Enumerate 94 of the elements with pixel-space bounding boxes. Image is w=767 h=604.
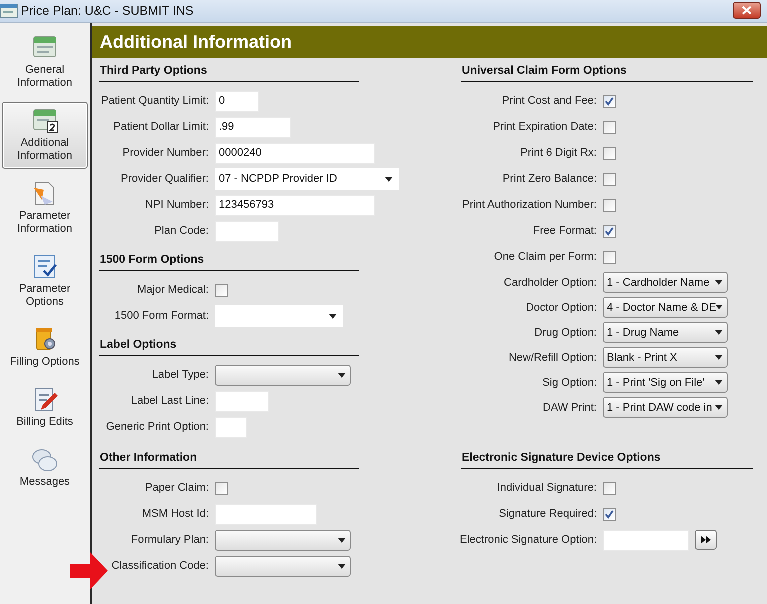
dropdown[interactable] bbox=[215, 530, 351, 550]
text-field[interactable] bbox=[215, 220, 279, 242]
checkbox[interactable] bbox=[603, 224, 616, 238]
dropdown[interactable]: 1 - Cardholder Name bbox=[603, 272, 728, 293]
field-label: MSM Host Id: bbox=[142, 508, 209, 520]
text-field[interactable] bbox=[215, 416, 247, 438]
checkbox[interactable] bbox=[603, 120, 616, 134]
field-label: Provider Qualifier: bbox=[120, 173, 209, 185]
field-label: One Claim per Form: bbox=[494, 251, 597, 263]
checkbox[interactable] bbox=[603, 198, 616, 212]
caret-icon bbox=[715, 405, 723, 410]
text-field[interactable] bbox=[215, 504, 317, 524]
text-field[interactable]: 0 bbox=[215, 90, 259, 112]
field-label: 1500 Form Format: bbox=[114, 310, 209, 322]
section-heading: Label Options bbox=[99, 337, 359, 356]
field-label: Print Expiration Date: bbox=[493, 121, 597, 133]
field-label: Patient Quantity Limit: bbox=[101, 95, 209, 107]
section-heading: Other Information bbox=[99, 450, 359, 469]
field-label: Label Last Line: bbox=[131, 395, 209, 407]
field-label: Patient Dollar Limit: bbox=[114, 121, 209, 133]
window-title: Price Plan: U&C - SUBMIT INS bbox=[21, 4, 194, 18]
sidebar-item[interactable]: Parameter Options bbox=[2, 248, 88, 315]
caret-icon bbox=[715, 355, 723, 360]
field-label: Classification Code: bbox=[112, 560, 209, 572]
close-button[interactable] bbox=[733, 2, 761, 19]
text-field[interactable]: 123456793 bbox=[215, 194, 375, 216]
field-label: New/Refill Option: bbox=[508, 352, 597, 364]
text-field[interactable]: 0000240 bbox=[215, 142, 375, 164]
form-icon bbox=[31, 107, 59, 135]
field-label: Print 6 Digit Rx: bbox=[520, 147, 597, 159]
field-label: Doctor Option: bbox=[526, 302, 597, 314]
field-label: Paper Claim: bbox=[145, 482, 209, 494]
field-label: Formulary Plan: bbox=[131, 534, 209, 546]
field-label: NPI Number: bbox=[145, 199, 209, 211]
field-label: Cardholder Option: bbox=[504, 276, 597, 288]
checkbox[interactable] bbox=[603, 508, 616, 520]
field-label: Print Cost and Fee: bbox=[502, 95, 597, 107]
checkbox[interactable] bbox=[215, 284, 228, 296]
dropdown[interactable]: 1 - Print DAW code in bbox=[603, 397, 728, 418]
field-label: Generic Print Option: bbox=[106, 421, 209, 433]
field-label: Provider Number: bbox=[122, 147, 209, 159]
field-label: Print Zero Balance: bbox=[502, 173, 597, 185]
caret-icon bbox=[716, 305, 723, 310]
dropdown[interactable]: 07 - NCPDP Provider ID bbox=[215, 168, 399, 190]
sidebar-item[interactable]: Messages bbox=[2, 441, 88, 495]
caret-icon bbox=[338, 538, 346, 542]
field-label: Individual Signature: bbox=[497, 482, 597, 494]
field-label: Signature Required: bbox=[499, 508, 597, 520]
sidebar-item[interactable]: Filling Options bbox=[2, 321, 88, 375]
field-label: Plan Code: bbox=[154, 225, 209, 237]
dropdown[interactable]: 1 - Print 'Sig on File' bbox=[603, 372, 728, 393]
caret-icon bbox=[338, 564, 346, 568]
checkbox[interactable] bbox=[603, 146, 616, 160]
field-label: Sig Option: bbox=[542, 376, 597, 388]
app-icon bbox=[0, 4, 18, 18]
checkbox[interactable] bbox=[603, 172, 616, 186]
dropdown[interactable]: 4 - Doctor Name & DE bbox=[603, 297, 728, 318]
sidebar-item[interactable]: Parameter Information bbox=[2, 175, 88, 242]
field-label: Free Format: bbox=[533, 225, 597, 237]
caret-icon bbox=[715, 380, 723, 385]
field-label: Print Authorization Number: bbox=[462, 199, 597, 211]
checkbox[interactable] bbox=[603, 94, 616, 108]
field-label: DAW Print: bbox=[543, 402, 597, 414]
field-label: Major Medical: bbox=[137, 284, 209, 296]
field-label: Electronic Signature Option: bbox=[460, 534, 597, 546]
forward-button[interactable] bbox=[695, 530, 717, 550]
text-field[interactable] bbox=[215, 390, 269, 412]
checkbox[interactable] bbox=[215, 482, 228, 494]
sidebar-item[interactable]: General Information bbox=[2, 29, 88, 96]
text-field[interactable]: .99 bbox=[215, 116, 291, 138]
sidebar-item[interactable]: Additional Information bbox=[2, 102, 88, 169]
section-heading: 1500 Form Options bbox=[99, 252, 359, 271]
dropdown[interactable]: Blank - Print X bbox=[603, 347, 728, 368]
caret-icon bbox=[338, 372, 346, 378]
field-label: Label Type: bbox=[152, 369, 209, 381]
section-heading: Third Party Options bbox=[99, 63, 359, 82]
sidebar-item[interactable]: Billing Edits bbox=[2, 381, 88, 435]
section-heading: Universal Claim Form Options bbox=[461, 63, 753, 82]
section-heading: Electronic Signature Device Options bbox=[461, 450, 753, 469]
double-arrow-icon bbox=[701, 536, 711, 544]
dropdown[interactable]: 1 - Drug Name bbox=[603, 322, 728, 343]
checkbox[interactable] bbox=[603, 250, 616, 264]
caret-icon bbox=[715, 330, 723, 335]
caret-icon bbox=[329, 314, 337, 318]
caret-icon bbox=[715, 280, 723, 285]
caret-icon bbox=[385, 176, 393, 182]
dropdown[interactable] bbox=[215, 364, 351, 386]
checkbox[interactable] bbox=[603, 482, 616, 494]
text-field[interactable] bbox=[603, 530, 689, 550]
dropdown[interactable] bbox=[215, 556, 351, 576]
arrow-icon bbox=[70, 552, 108, 590]
field-label: Drug Option: bbox=[534, 326, 597, 338]
page-header: Additional Information bbox=[92, 26, 767, 58]
close-icon bbox=[742, 6, 752, 15]
